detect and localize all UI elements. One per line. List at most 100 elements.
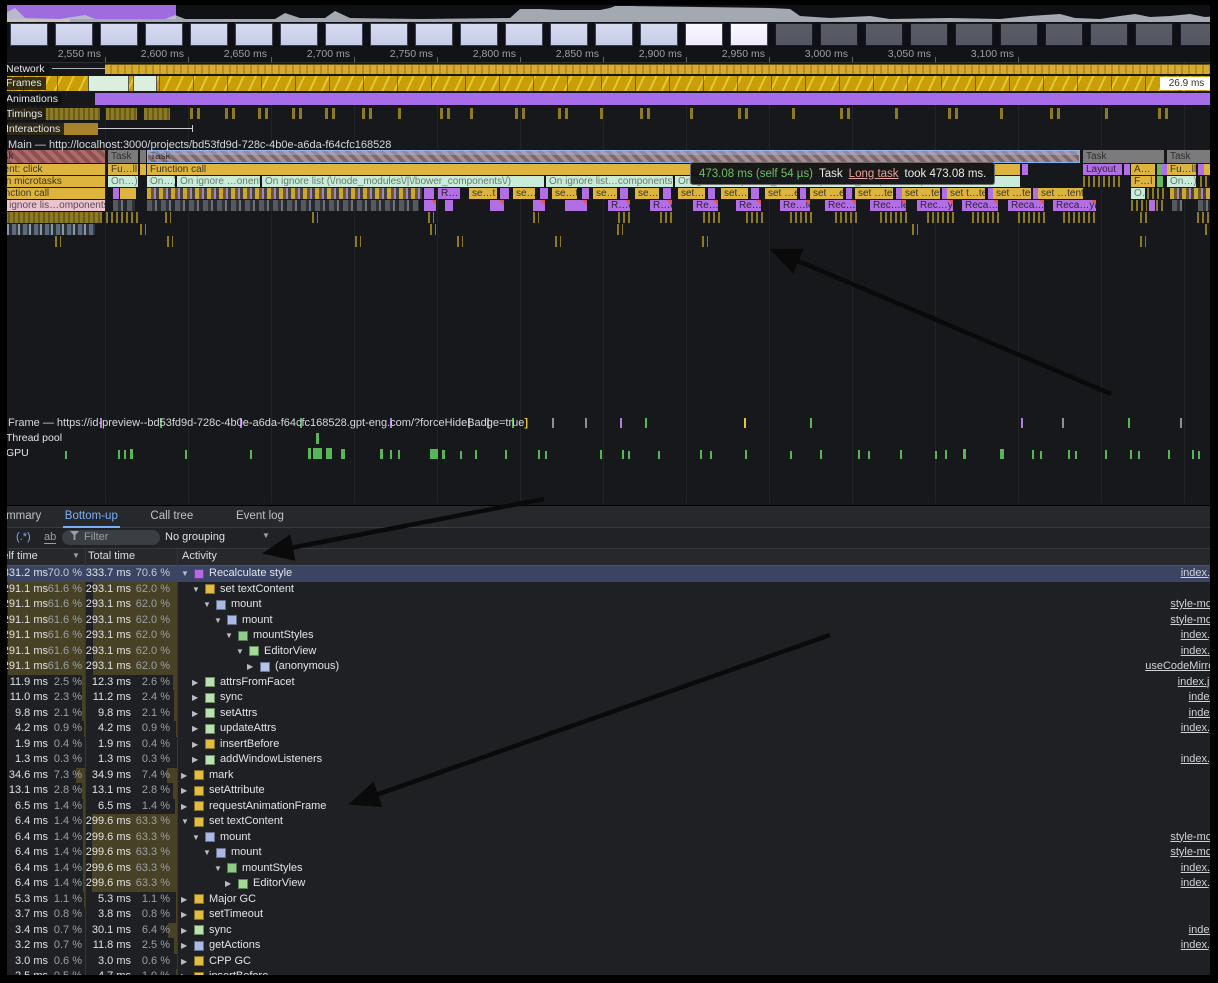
track-label-timings[interactable]: Timings bbox=[7, 108, 46, 121]
main-thread-title[interactable]: Main — http://localhost:3000/projects/bd… bbox=[8, 139, 391, 151]
source-link[interactable]: style-mod bbox=[1170, 597, 1210, 613]
flame-event[interactable] bbox=[165, 212, 171, 223]
flame-event[interactable]: On ignore …onents\/) bbox=[177, 176, 260, 187]
flame-event[interactable]: set…nt bbox=[721, 188, 748, 199]
table-row[interactable]: 291.1 ms61.6 %293.1 ms62.0 %▼mountstyle-… bbox=[7, 613, 1210, 629]
collapse-caret-icon[interactable]: ▼ bbox=[181, 566, 189, 582]
expand-caret-icon[interactable]: ▶ bbox=[192, 721, 198, 737]
tooltip-long-task-link[interactable]: Long task bbox=[849, 168, 899, 180]
flame-event[interactable] bbox=[1083, 176, 1122, 187]
flame-event[interactable] bbox=[708, 188, 715, 199]
table-row[interactable]: 6.4 ms1.4 %299.6 ms63.3 %▶EditorViewinde… bbox=[7, 876, 1210, 892]
flame-event[interactable] bbox=[702, 236, 708, 247]
flame-event[interactable] bbox=[7, 212, 102, 223]
film-thumbnail[interactable] bbox=[550, 23, 588, 46]
filter-input[interactable]: Filter bbox=[62, 530, 160, 545]
expand-caret-icon[interactable]: ▶ bbox=[181, 907, 187, 923]
flame-event[interactable] bbox=[55, 236, 61, 247]
col-activity[interactable]: Activity bbox=[182, 550, 217, 562]
expand-caret-icon[interactable]: ▶ bbox=[247, 659, 253, 675]
film-thumbnail[interactable] bbox=[910, 23, 948, 46]
table-row[interactable]: 6.4 ms1.4 %299.6 ms63.3 %▼set textConten… bbox=[7, 814, 1210, 830]
flame-event[interactable] bbox=[500, 188, 509, 199]
flame-event[interactable] bbox=[1156, 200, 1165, 211]
flame-event[interactable] bbox=[424, 200, 436, 211]
table-row[interactable]: 291.1 ms61.6 %293.1 ms62.0 %▼mountStyles… bbox=[7, 628, 1210, 644]
flame-event[interactable] bbox=[312, 212, 318, 223]
film-thumbnail[interactable] bbox=[1090, 23, 1128, 46]
flame-event[interactable] bbox=[457, 236, 463, 247]
table-row[interactable]: 3.7 ms0.8 %3.8 ms0.8 %▶setTimeout bbox=[7, 907, 1210, 923]
film-thumbnail[interactable] bbox=[55, 23, 93, 46]
source-link[interactable]: index.js: bbox=[1178, 675, 1210, 691]
table-row[interactable]: 9.8 ms2.1 %9.8 ms2.1 %▶setAttrsindex. bbox=[7, 706, 1210, 722]
expand-caret-icon[interactable]: ▶ bbox=[181, 923, 187, 939]
source-link[interactable]: index.js bbox=[1181, 644, 1210, 660]
table-row[interactable]: 291.1 ms61.6 %293.1 ms62.0 %▶(anonymous)… bbox=[7, 659, 1210, 675]
film-thumbnail[interactable] bbox=[685, 23, 723, 46]
flame-event[interactable] bbox=[1022, 164, 1028, 175]
source-link[interactable]: index.js bbox=[1181, 752, 1210, 768]
source-link[interactable]: index. bbox=[1189, 923, 1210, 939]
flame-event[interactable] bbox=[1197, 212, 1210, 223]
table-row[interactable]: 291.1 ms61.6 %293.1 ms62.0 %▼EditorViewi… bbox=[7, 644, 1210, 660]
flame-event[interactable] bbox=[1170, 188, 1210, 199]
flame-event[interactable] bbox=[565, 200, 587, 211]
expand-caret-icon[interactable]: ▶ bbox=[181, 969, 187, 975]
flame-event[interactable] bbox=[617, 224, 623, 235]
flame-event[interactable] bbox=[746, 212, 763, 223]
flame-event[interactable] bbox=[355, 236, 361, 247]
film-thumbnail[interactable] bbox=[1180, 23, 1210, 46]
flame-event[interactable]: set …tent bbox=[855, 188, 893, 199]
source-link[interactable]: index.js bbox=[1181, 628, 1210, 644]
film-thumbnail[interactable] bbox=[955, 23, 993, 46]
source-link[interactable]: index.js bbox=[1181, 566, 1210, 582]
flame-event[interactable]: se…nt bbox=[635, 188, 659, 199]
flame-event[interactable]: set …tent bbox=[1038, 188, 1083, 199]
flame-event[interactable] bbox=[835, 212, 858, 223]
expand-caret-icon[interactable]: ▶ bbox=[181, 938, 187, 954]
flame-event[interactable] bbox=[618, 212, 632, 223]
flame-event[interactable] bbox=[490, 200, 504, 211]
source-link[interactable]: index.js bbox=[1181, 876, 1210, 892]
track-label-interactions[interactable]: Interactions bbox=[7, 123, 64, 136]
source-link[interactable]: style-mod bbox=[1170, 613, 1210, 629]
collapse-caret-icon[interactable]: ▼ bbox=[214, 613, 222, 629]
table-row[interactable]: 4.2 ms0.9 %4.2 ms0.9 %▶updateAttrsindex.… bbox=[7, 721, 1210, 737]
flame-event[interactable] bbox=[445, 200, 453, 211]
flame-event[interactable]: event: click bbox=[7, 164, 105, 175]
table-row[interactable]: 6.4 ms1.4 %299.6 ms63.3 %▼mountstyle-mod bbox=[7, 830, 1210, 846]
flame-event[interactable] bbox=[113, 200, 135, 211]
expand-caret-icon[interactable]: ▶ bbox=[192, 690, 198, 706]
table-row[interactable]: 34.6 ms7.3 %34.9 ms7.4 %▶mark bbox=[7, 768, 1210, 784]
flame-event[interactable]: Layout bbox=[1083, 164, 1122, 175]
frames-track-bar[interactable] bbox=[7, 76, 1210, 91]
flame-event[interactable] bbox=[620, 188, 628, 199]
collapse-caret-icon[interactable]: ▼ bbox=[192, 830, 200, 846]
tab-bottom-up[interactable]: Bottom-up bbox=[63, 506, 120, 528]
collapse-caret-icon[interactable]: ▼ bbox=[214, 861, 222, 877]
flame-event[interactable]: Task bbox=[1167, 150, 1210, 163]
film-thumbnail[interactable] bbox=[820, 23, 858, 46]
table-row[interactable]: 291.1 ms61.6 %293.1 ms62.0 %▼mountstyle-… bbox=[7, 597, 1210, 613]
collapse-caret-icon[interactable]: ▼ bbox=[203, 597, 211, 613]
film-thumbnail[interactable] bbox=[280, 23, 318, 46]
flame-event[interactable] bbox=[1140, 212, 1148, 223]
flame-event[interactable] bbox=[147, 200, 419, 211]
flame-event[interactable] bbox=[1147, 188, 1164, 199]
flame-event[interactable] bbox=[120, 188, 136, 199]
flame-event[interactable] bbox=[533, 200, 545, 211]
film-thumbnail[interactable] bbox=[640, 23, 678, 46]
table-row[interactable]: 6.4 ms1.4 %299.6 ms63.3 %▼mountStylesind… bbox=[7, 861, 1210, 877]
flame-event[interactable] bbox=[1205, 224, 1210, 235]
track-label-animations[interactable]: Animations bbox=[7, 93, 62, 106]
flame-event[interactable] bbox=[912, 224, 918, 235]
flame-event[interactable] bbox=[880, 212, 908, 223]
flame-event[interactable] bbox=[751, 188, 759, 199]
film-thumbnail[interactable] bbox=[10, 23, 48, 46]
table-row[interactable]: 6.5 ms1.4 %6.5 ms1.4 %▶requestAnimationF… bbox=[7, 799, 1210, 815]
flame-event[interactable]: Fu…ll bbox=[1167, 164, 1196, 175]
flame-event[interactable]: set …tent bbox=[993, 188, 1031, 199]
collapse-caret-icon[interactable]: ▼ bbox=[236, 644, 244, 660]
flame-event[interactable] bbox=[1149, 200, 1155, 211]
